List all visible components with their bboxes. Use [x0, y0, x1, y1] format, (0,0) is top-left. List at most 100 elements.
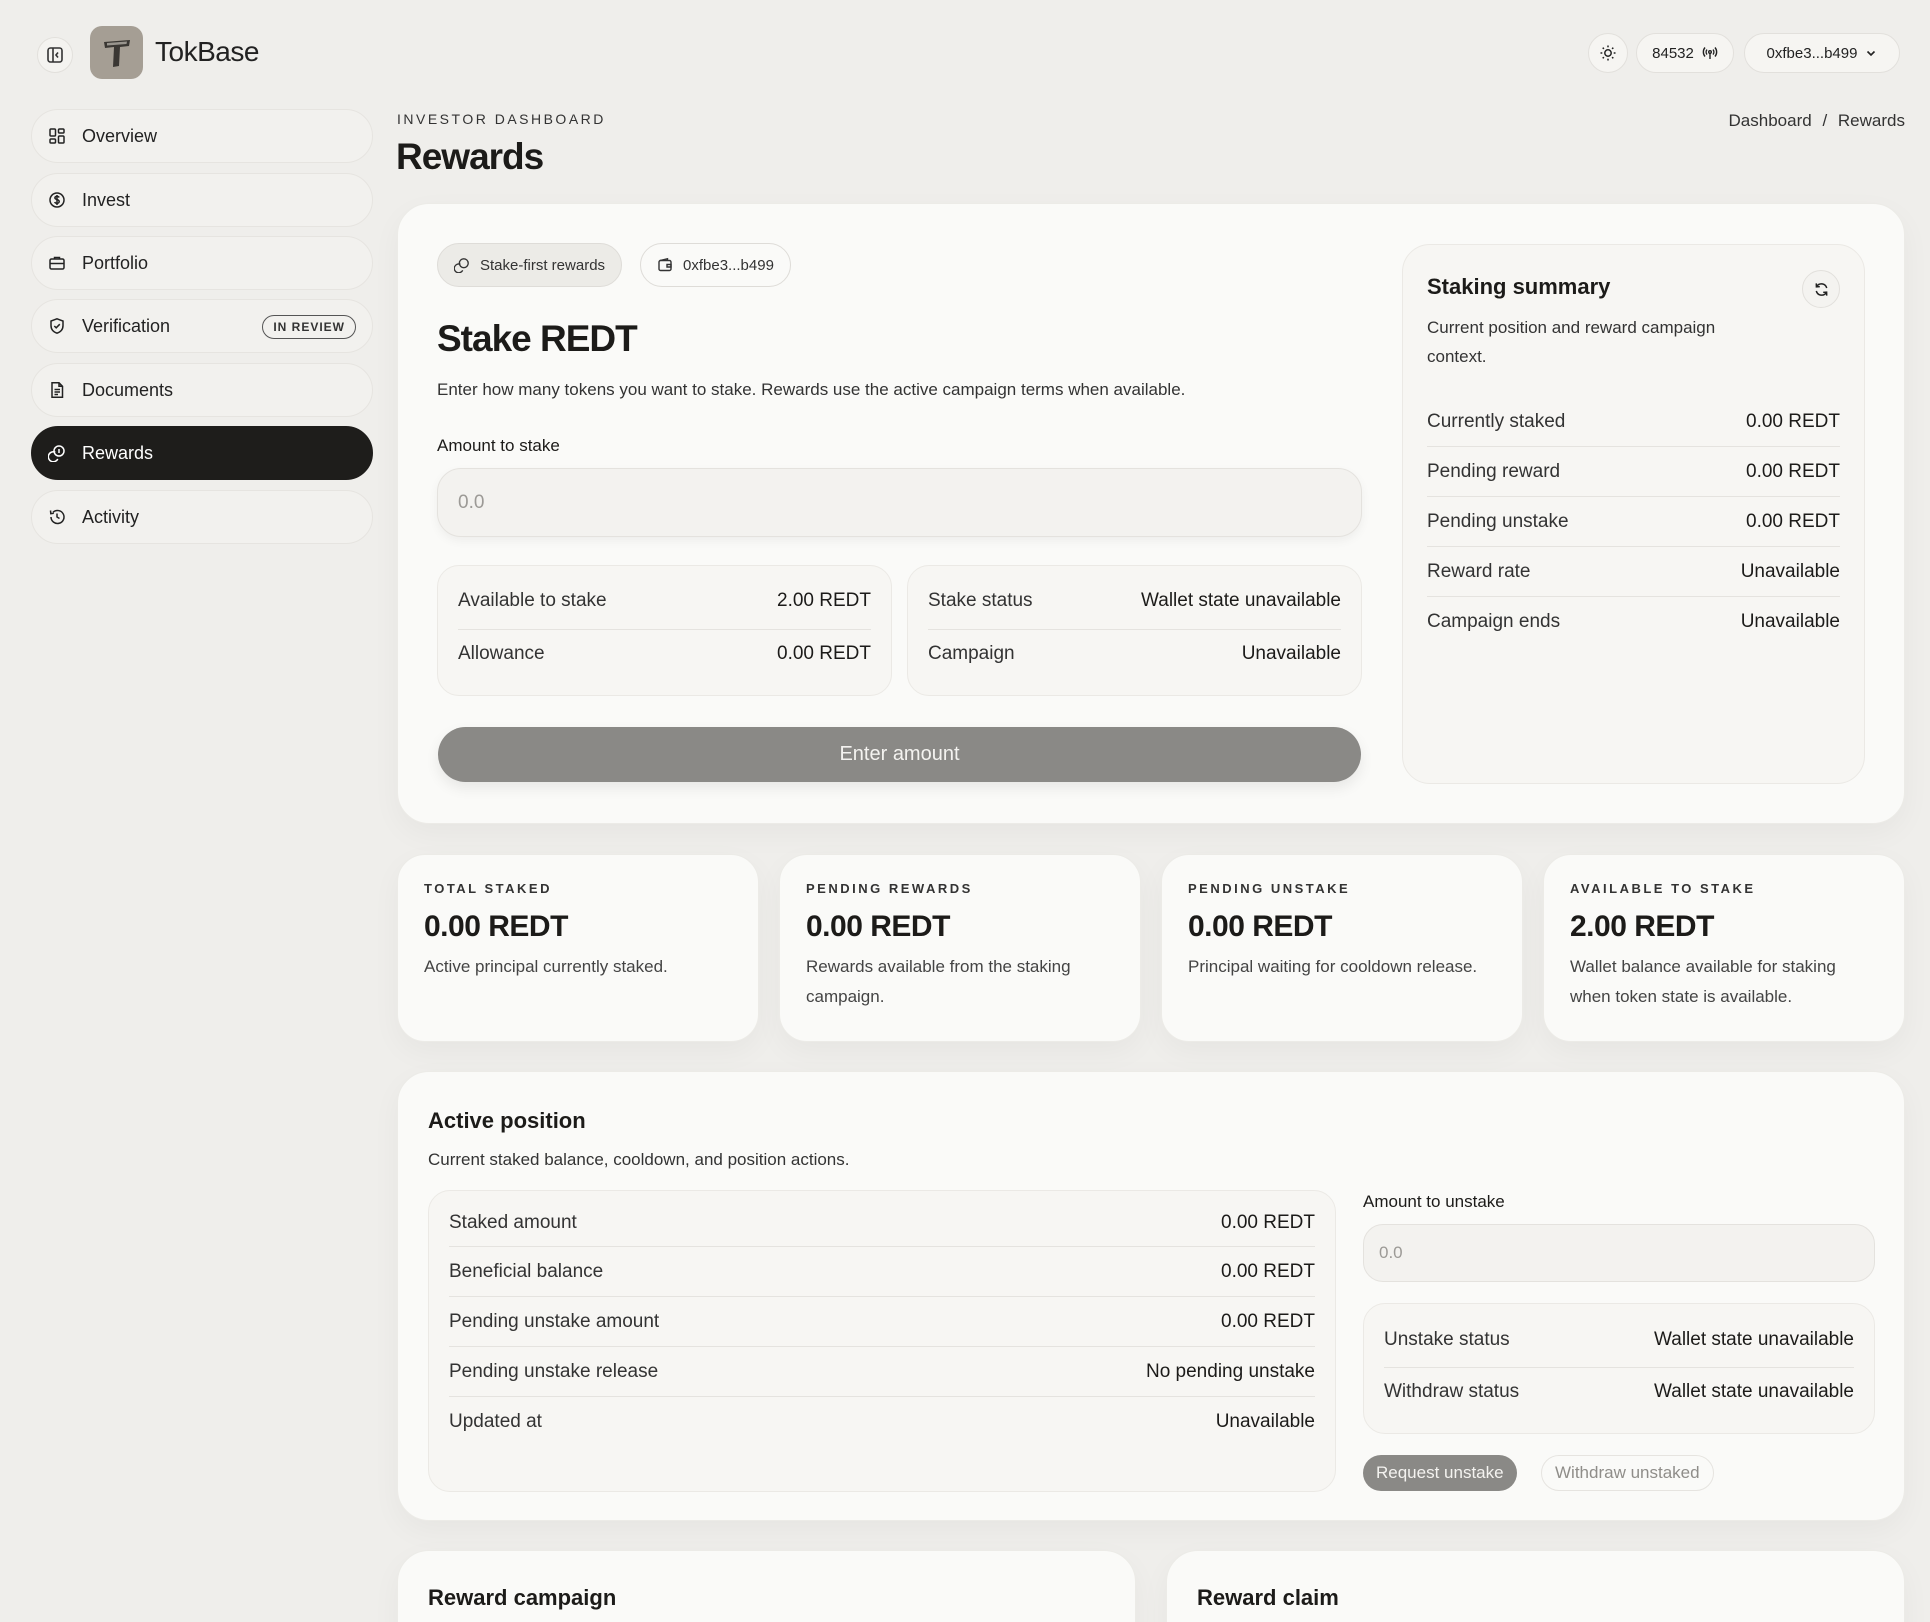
stake-amount-label: Amount to stake [437, 436, 560, 455]
sidebar-item-rewards[interactable]: Rewards [31, 426, 373, 480]
network-button[interactable]: 84532 [1636, 33, 1734, 73]
page-eyebrow: INVESTOR DASHBOARD [397, 111, 606, 127]
row-label: Currently staked [1427, 411, 1566, 432]
row-label: Allowance [458, 643, 545, 664]
row-label: Available to stake [458, 589, 607, 611]
history-icon [49, 509, 65, 525]
row-value: Unavailable [1740, 610, 1840, 632]
sidebar-toggle-icon [47, 47, 63, 63]
wallet-address: 0xfbe3...b499 [1766, 44, 1858, 62]
logo-icon [103, 39, 130, 67]
wallet-dropdown[interactable]: 0xfbe3...b499 [1744, 33, 1900, 73]
stat-label: PENDING REWARDS [806, 881, 973, 896]
row-label: Pending reward [1427, 460, 1561, 482]
stat-description: Active principal currently staked. [424, 957, 668, 976]
pending-reward-row: Pending reward 0.00 REDT [1427, 447, 1840, 496]
request-unstake-button[interactable]: Request unstake [1363, 1455, 1517, 1491]
stake-amount-input[interactable]: 0.0 [437, 468, 1362, 537]
briefcase-icon [49, 256, 65, 270]
pending-unstake-release-row: Pending unstake release No pending unsta… [449, 1347, 1315, 1396]
row-label: Beneficial balance [449, 1260, 604, 1282]
row-label: Staked amount [449, 1211, 577, 1233]
sun-icon [1600, 45, 1616, 61]
sidebar-item-documents[interactable]: Documents [31, 363, 373, 417]
stat-value: 0.00 REDT [1188, 910, 1332, 943]
row-value: 0.00 REDT [1746, 460, 1840, 482]
row-value: 0.00 REDT [1221, 1260, 1315, 1282]
request-unstake-label: Request unstake [1376, 1463, 1504, 1482]
row-label: Unstake status [1384, 1328, 1510, 1350]
stat-card-available-to-stake: AVAILABLE TO STAKE 2.00 REDT Wallet bala… [1543, 854, 1905, 1042]
dashboard-icon [49, 128, 65, 144]
reward-campaign-title: Reward campaign [428, 1585, 617, 1610]
updated-at-row: Updated at Unavailable [449, 1397, 1315, 1446]
reward-rate-row: Reward rate Unavailable [1427, 547, 1840, 596]
breadcrumb-separator: / [1822, 111, 1828, 130]
stake-submit-button[interactable]: Enter amount [438, 727, 1361, 782]
chain-id: 84532 [1652, 44, 1694, 62]
stat-card-total-staked: TOTAL STAKED 0.00 REDT Active principal … [397, 854, 759, 1042]
unstake-amount-label: Amount to unstake [1363, 1192, 1505, 1211]
row-value: Unavailable [1740, 560, 1840, 582]
sidebar-item-verification[interactable]: Verification IN REVIEW [31, 299, 373, 353]
theme-toggle-button[interactable] [1588, 33, 1628, 73]
row-value: 0.00 REDT [1221, 1211, 1315, 1233]
sidebar-item-label: Invest [82, 189, 131, 210]
position-description: Current staked balance, cooldown, and po… [428, 1150, 850, 1169]
withdraw-unstaked-label: Withdraw unstaked [1555, 1463, 1700, 1482]
sidebar-item-label: Rewards [82, 442, 154, 463]
coins-icon [48, 445, 65, 462]
brand-logo [90, 26, 143, 79]
row-value: Wallet state unavailable [1654, 1328, 1854, 1350]
row-value: No pending unstake [1145, 1360, 1315, 1382]
summary-title: Staking summary [1427, 274, 1611, 299]
row-value: Unavailable [1215, 1410, 1315, 1432]
unstake-status-row: Unstake status Wallet state unavailable [1384, 1304, 1854, 1367]
unstake-status-panel: Unstake status Wallet state unavailable … [1363, 1303, 1875, 1434]
sidebar-item-portfolio[interactable]: Portfolio [31, 236, 373, 290]
row-label: Campaign [928, 643, 1015, 664]
withdraw-status-row: Withdraw status Wallet state unavailable [1384, 1368, 1854, 1416]
row-label: Pending unstake amount [449, 1310, 660, 1332]
document-icon [51, 382, 64, 398]
sidebar-item-overview[interactable]: Overview [31, 109, 373, 163]
unstake-amount-input[interactable]: 0.0 [1363, 1224, 1875, 1282]
reward-claim-card: Reward claim [1166, 1550, 1905, 1622]
shield-check-icon [50, 318, 64, 334]
stat-description: Rewards available from the staking campa… [806, 957, 1071, 1006]
position-title: Active position [428, 1108, 586, 1133]
stat-description: Principal waiting for cooldown release. [1188, 957, 1478, 976]
sidebar-item-label: Verification [82, 315, 171, 336]
dollar-coin-icon [49, 192, 65, 208]
refresh-icon [1815, 282, 1827, 296]
sidebar-toggle-button[interactable] [37, 37, 73, 73]
wallet-chip[interactable]: 0xfbe3...b499 [640, 243, 791, 287]
row-label: Campaign ends [1427, 610, 1561, 632]
row-value: 0.00 REDT [1746, 510, 1840, 532]
currently-staked-row: Currently staked 0.00 REDT [1427, 398, 1840, 446]
row-value: Wallet state unavailable [1141, 589, 1341, 611]
sidebar-item-activity[interactable]: Activity [31, 490, 373, 544]
wallet-icon [658, 257, 672, 272]
campaign-ends-row: Campaign ends Unavailable [1427, 597, 1840, 646]
stat-label: PENDING UNSTAKE [1188, 881, 1351, 896]
campaign-chip[interactable]: Stake-first rewards [437, 243, 623, 287]
verification-status-badge: IN REVIEW [262, 315, 356, 339]
beneficial-balance-row: Beneficial balance 0.00 REDT [449, 1247, 1315, 1296]
sidebar-item-invest[interactable]: Invest [31, 173, 373, 227]
row-label: Updated at [449, 1410, 542, 1432]
row-label: Withdraw status [1384, 1381, 1520, 1402]
reward-claim-title: Reward claim [1197, 1585, 1339, 1610]
stake-submit-label: Enter amount [839, 743, 960, 765]
chevron-down-icon [1867, 50, 1876, 57]
row-value: Wallet state unavailable [1654, 1381, 1854, 1402]
stat-value: 0.00 REDT [424, 910, 568, 943]
breadcrumb-dashboard-link[interactable]: Dashboard [1729, 111, 1812, 130]
pending-unstake-amount-row: Pending unstake amount 0.00 REDT [449, 1297, 1315, 1346]
summary-rows: Currently staked 0.00 REDT Pending rewar… [1427, 398, 1840, 646]
refresh-button[interactable] [1802, 270, 1840, 308]
row-value: Unavailable [1241, 643, 1341, 664]
withdraw-unstaked-button[interactable]: Withdraw unstaked [1541, 1455, 1714, 1491]
row-value: 0.00 REDT [1746, 411, 1840, 432]
row-value: 2.00 REDT [777, 589, 871, 611]
